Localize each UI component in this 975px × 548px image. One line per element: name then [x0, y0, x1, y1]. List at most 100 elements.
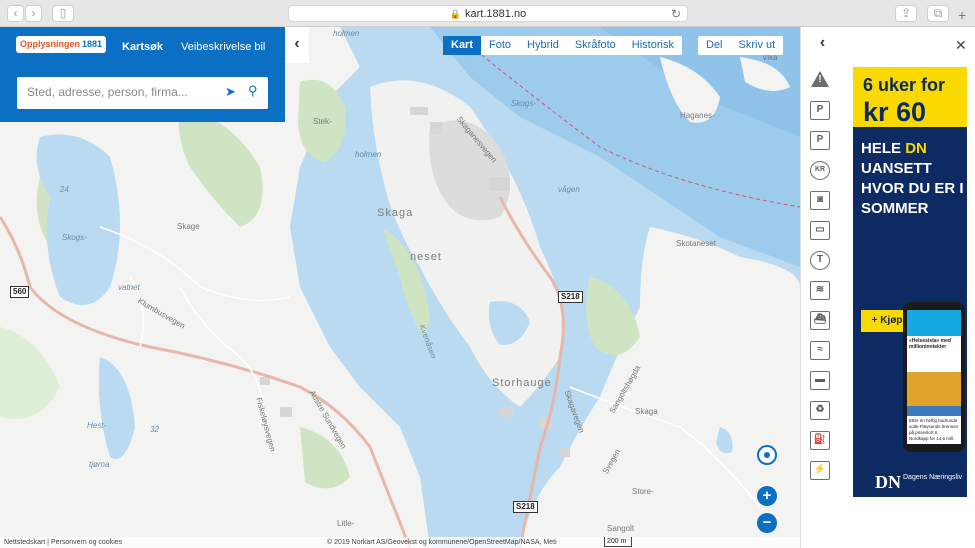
ad-column: ✕ 6 uker for kr 60 HELE DN UANSETT HVOR … — [843, 27, 975, 548]
new-tab-icon[interactable]: + — [958, 7, 966, 23]
chevron-left-icon[interactable]: ‹ — [801, 34, 844, 52]
ad-headline-highlight: DN — [905, 140, 927, 157]
map-type-switcher: Kart Foto Hybrid Skråfoto Historisk — [443, 36, 682, 55]
water-label: Skogs- — [62, 233, 87, 242]
logo-text: Opplysningen — [20, 39, 81, 49]
share-map-button[interactable]: Del — [698, 36, 731, 55]
zoom-in-button[interactable]: + — [757, 486, 777, 506]
fuel-icon[interactable]: ⛽ — [810, 431, 830, 450]
water-label: 24 — [60, 185, 69, 194]
place-label: Sangolt — [607, 524, 635, 533]
footer-links[interactable]: Nettstedskart | Personvern og cookies — [4, 537, 122, 548]
ad-headline-a: HELE — [861, 140, 906, 157]
phone-illustration: «Helsesista» med millioninntekter Etter … — [903, 302, 965, 452]
fast-boat-icon[interactable]: ≈ — [810, 341, 830, 360]
lock-icon: 🔒 — [449, 9, 462, 19]
place-label: holmen — [355, 150, 382, 159]
place-label: neset — [410, 251, 442, 263]
parking-icon[interactable]: P — [810, 101, 830, 120]
dn-logo: DN — [875, 472, 901, 492]
map-actions: Del Skriv ut — [698, 36, 784, 55]
water-label: Skogs- — [511, 99, 536, 108]
forward-button[interactable]: › — [25, 5, 42, 22]
map-footer: Nettstedskart | Personvern og cookies © … — [0, 537, 800, 548]
tunnel-icon[interactable]: T — [810, 251, 830, 270]
water-label: vågen — [558, 185, 580, 194]
card-icon[interactable]: ▬ — [810, 371, 830, 390]
road-shield: S218 — [558, 291, 583, 303]
road-shield: 560 — [10, 286, 30, 298]
bus-icon[interactable]: ▭ — [810, 221, 830, 240]
search-panel: Opplysningen 1881 Kartsøk Veibeskrivelse … — [0, 27, 285, 122]
parking-garage-icon[interactable]: P — [810, 131, 830, 150]
recycling-icon[interactable]: ♻ — [810, 401, 830, 420]
water-label: tjørna — [89, 460, 110, 469]
warning-icon[interactable]: ! — [810, 70, 830, 89]
water-label: 32 — [150, 425, 159, 434]
search-input[interactable] — [27, 85, 217, 99]
map-type-foto[interactable]: Foto — [481, 36, 519, 55]
share-icon: ⇪ — [900, 6, 912, 20]
minus-icon: − — [762, 514, 772, 531]
ad-headline-b: UANSETT HVOR DU ER I SOMMER — [861, 160, 964, 217]
sidebar-icon: ▯ — [59, 6, 67, 20]
poi-panel: ‹ ! P P KR ◙ ▭ T ≋ ⛴ ≈ ▬ ♻ ⛽ ⚡ — [800, 27, 843, 548]
back-button[interactable]: ‹ — [7, 5, 24, 22]
place-label: Skage — [177, 222, 200, 231]
tab-veibeskrivelse[interactable]: Veibeskrivelse bil — [181, 41, 265, 53]
ad-offer-line2: kr 60 — [863, 97, 927, 127]
locate-me-icon[interactable]: ➤ — [225, 84, 236, 100]
road-shield: S218 — [513, 501, 538, 513]
place-label: Stek- — [313, 117, 332, 126]
reload-icon[interactable]: ↻ — [671, 6, 681, 22]
browser-toolbar: ‹ › ▯ 🔒 kart.1881.no ↻ ⇪ ⧉ + — [0, 0, 975, 27]
brand-logo[interactable]: Opplysningen 1881 — [16, 36, 107, 53]
tabs-button[interactable]: ⧉ — [927, 5, 949, 22]
tabs-icon: ⧉ — [933, 6, 943, 20]
tab-kartsok[interactable]: Kartsøk — [122, 41, 163, 53]
ad-offer-line1: 6 uker for — [863, 75, 946, 95]
chevron-left-icon: ‹ — [13, 6, 18, 20]
ferry-icon[interactable]: ≋ — [810, 281, 830, 300]
sidebar-toggle-button[interactable]: ▯ — [52, 5, 74, 22]
url-text: kart.1881.no — [465, 8, 527, 20]
place-label: Skotaneset — [676, 239, 717, 248]
toll-icon[interactable]: KR — [810, 161, 830, 180]
charging-icon[interactable]: ⚡ — [810, 461, 830, 480]
place-label: Storhauge — [492, 377, 552, 389]
ad-offer: 6 uker for kr 60 — [853, 67, 967, 127]
collapse-panel-button[interactable]: ‹ — [285, 27, 309, 63]
place-label: holmen — [333, 29, 360, 38]
phone-subtext: Etter en heftig budrunde solte Fløysunds… — [909, 418, 959, 441]
locate-target-icon[interactable] — [757, 445, 777, 465]
place-label: Store- — [632, 487, 654, 496]
chevron-left-icon: ‹ — [294, 35, 300, 52]
ad-headline: HELE DN UANSETT HVOR DU ER I SOMMER — [861, 139, 965, 219]
camera-icon[interactable]: ◙ — [810, 191, 830, 210]
chevron-right-icon: › — [31, 6, 36, 20]
map-type-historisk[interactable]: Historisk — [624, 36, 682, 55]
place-label: Haganes- — [680, 111, 715, 120]
zoom-out-button[interactable]: − — [757, 513, 777, 533]
map-type-kart[interactable]: Kart — [443, 36, 482, 55]
ad-banner[interactable]: 6 uker for kr 60 HELE DN UANSETT HVOR DU… — [853, 67, 967, 497]
address-bar[interactable]: 🔒 kart.1881.no ↻ — [288, 5, 688, 22]
water-label: vatnet — [118, 283, 140, 292]
plus-icon: + — [762, 487, 772, 504]
map-attribution: © 2019 Norkart AS/Geovekst og kommunene/… — [327, 539, 557, 546]
water-label: Hest- — [87, 421, 107, 430]
dn-logo-sub: Dagens Næringsliv — [903, 474, 963, 481]
search-box: ➤ ⚲ — [17, 77, 268, 109]
close-icon[interactable]: ✕ — [955, 37, 967, 54]
phone-headline: «Helsesista» med millioninntekter — [909, 338, 951, 350]
map-type-skrafoto[interactable]: Skråfoto — [567, 36, 624, 55]
boat-icon[interactable]: ⛴ — [810, 311, 830, 330]
print-map-button[interactable]: Skriv ut — [731, 36, 784, 55]
share-button[interactable]: ⇪ — [895, 5, 917, 22]
search-icon[interactable]: ⚲ — [248, 83, 258, 99]
scale-bar: 200 m — [604, 537, 632, 547]
logo-number: 1881 — [82, 39, 103, 49]
map-type-hybrid[interactable]: Hybrid — [519, 36, 567, 55]
place-label: Skaga — [377, 207, 414, 219]
place-label: Skaga — [635, 407, 658, 416]
